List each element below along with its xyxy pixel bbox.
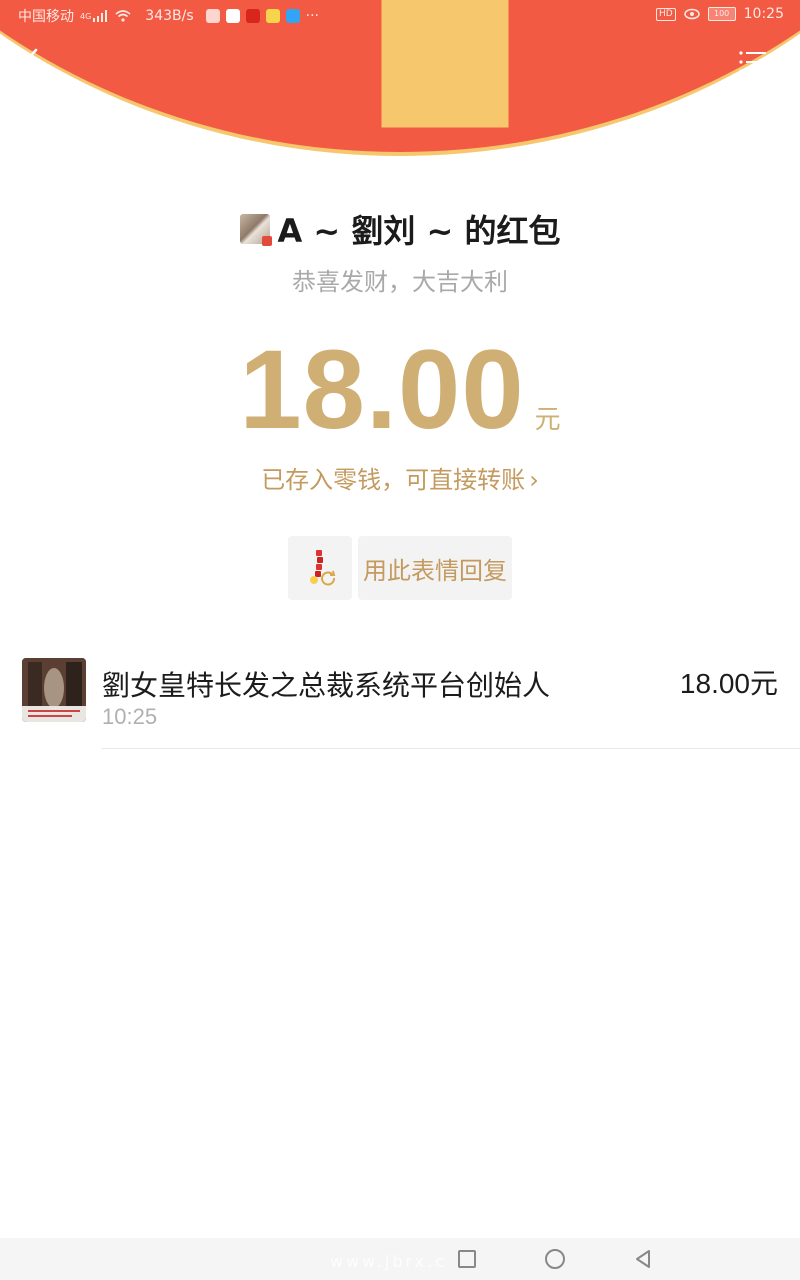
news-app-icon bbox=[225, 9, 240, 23]
network-type: 4G bbox=[80, 11, 92, 21]
receiver-avatar bbox=[22, 658, 86, 722]
amount-row: 18.00 元 bbox=[0, 330, 800, 450]
emoji-reply-row: 用此表情回复 bbox=[288, 536, 512, 600]
list-item[interactable]: 劉女皇特长发之总裁系统平台创始人 10:25 18.00元 bbox=[0, 652, 800, 749]
saved-note: 已存入零钱，可直接转账 bbox=[261, 466, 526, 494]
sender-row: A ~ 劉刘 ~ 的红包 bbox=[0, 206, 800, 252]
divider bbox=[102, 748, 800, 749]
emoji-sticker-button[interactable] bbox=[288, 536, 352, 600]
sender-name: A ~ 劉刘 ~ 的红包 bbox=[277, 212, 561, 250]
signal-icon bbox=[93, 10, 108, 22]
wish-text: 恭喜发财，大吉大利 bbox=[292, 268, 508, 296]
browser-app-icon bbox=[285, 9, 300, 23]
list-menu-icon[interactable] bbox=[738, 48, 768, 76]
eye-comfort-icon bbox=[683, 8, 700, 20]
packet-amount: 18.00 bbox=[239, 327, 525, 452]
status-left: 中国移动 4G 343B/s ··· bbox=[18, 6, 319, 26]
more-notifications: ··· bbox=[305, 8, 319, 24]
chevron-right-icon: › bbox=[529, 466, 539, 494]
sender-avatar bbox=[239, 214, 272, 246]
home-button[interactable] bbox=[545, 1249, 565, 1269]
receive-amount: 18.00元 bbox=[679, 668, 778, 699]
system-nav-bar: www.jbrx.c bbox=[0, 1238, 800, 1280]
chevron-left-icon[interactable] bbox=[18, 46, 48, 76]
receiver-photo bbox=[22, 658, 86, 722]
hd-icon: HD bbox=[655, 7, 676, 21]
red-packet-detail-page: 中国移动 4G 343B/s ··· HD 100 10:25 A ~ 劉刘 ~… bbox=[0, 0, 800, 1280]
saved-to-wallet-link[interactable]: 已存入零钱，可直接转账 › bbox=[0, 460, 800, 495]
battery-icon: 100 bbox=[707, 7, 736, 21]
back-triangle-icon[interactable] bbox=[632, 1248, 654, 1270]
recents-button[interactable] bbox=[458, 1250, 476, 1268]
reply-with-emoji-button[interactable]: 用此表情回复 bbox=[358, 536, 512, 600]
status-bar: 中国移动 4G 343B/s ··· HD 100 10:25 bbox=[0, 0, 800, 30]
video-app-icon bbox=[245, 9, 260, 23]
mail-app-icon bbox=[205, 9, 220, 23]
shop-app-icon bbox=[265, 9, 280, 23]
receiver-name: 劉女皇特长发之总裁系统平台创始人 bbox=[102, 669, 551, 702]
net-speed: 343B/s bbox=[145, 8, 194, 24]
status-right: HD 100 10:25 bbox=[655, 6, 784, 22]
carrier-label: 中国移动 bbox=[18, 9, 74, 25]
receive-time: 10:25 bbox=[102, 704, 158, 729]
clock: 10:25 bbox=[743, 6, 784, 22]
firecracker-icon bbox=[310, 550, 336, 586]
wifi-icon bbox=[115, 10, 131, 22]
watermark: www.jbrx.c bbox=[330, 1252, 447, 1271]
amount-unit: 元 bbox=[534, 405, 561, 435]
